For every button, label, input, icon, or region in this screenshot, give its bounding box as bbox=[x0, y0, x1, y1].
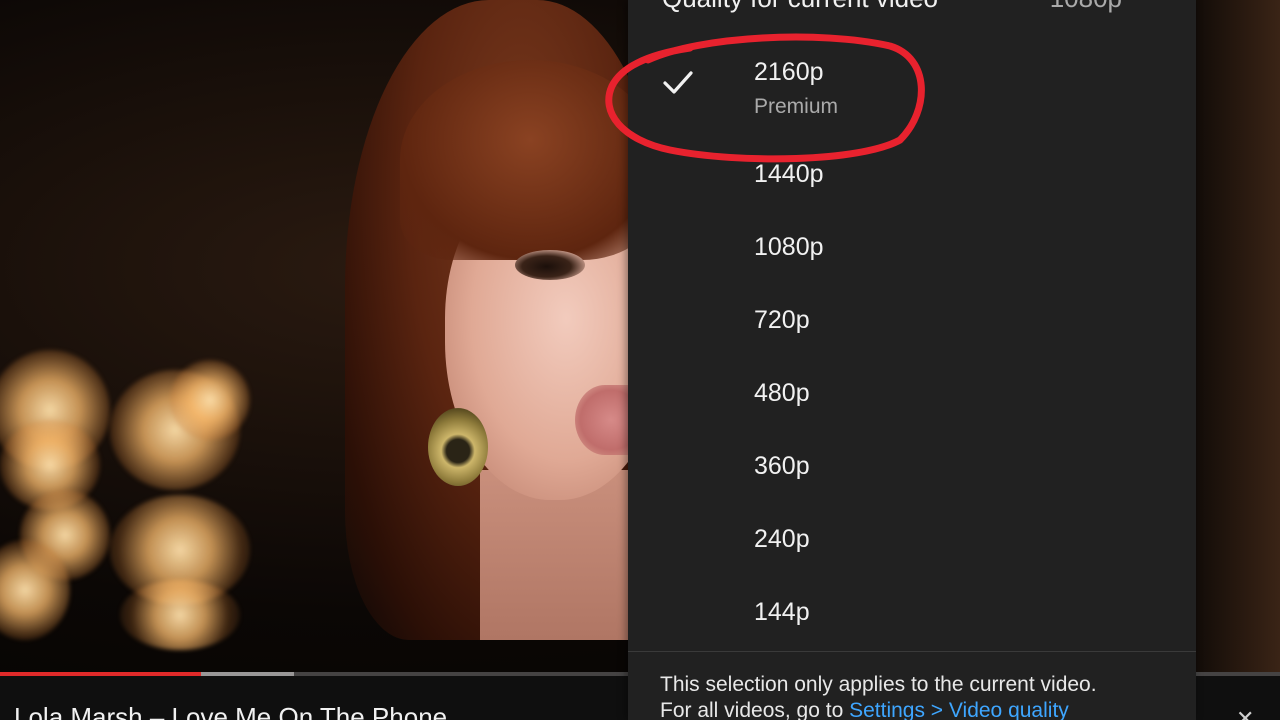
quality-option-2160p[interactable]: 2160p Premium bbox=[628, 46, 1196, 118]
quality-footer-note: This selection only applies to the curre… bbox=[660, 672, 1180, 720]
settings-video-quality-link[interactable]: Settings > Video quality bbox=[849, 699, 1069, 720]
quality-option-480p[interactable]: 480p bbox=[628, 357, 1196, 429]
quality-option-label: 1440p bbox=[754, 160, 824, 188]
subject-bangs bbox=[400, 60, 660, 260]
quality-header-value: 1080p bbox=[1050, 0, 1122, 18]
subject-earring bbox=[428, 408, 488, 486]
footer-line-1: This selection only applies to the curre… bbox=[660, 673, 1097, 696]
footer-line-2: For all videos, go to Settings > Video q… bbox=[660, 698, 1180, 720]
quality-option-label: 144p bbox=[754, 598, 810, 626]
player-screen: Lola Marsh – Love Me On The Phone ✕ Qual… bbox=[0, 0, 1280, 720]
bokeh-light bbox=[170, 360, 250, 440]
subject-eye bbox=[515, 250, 585, 280]
quality-header: Quality for current video 1080p bbox=[662, 0, 1182, 18]
quality-option-label: 1080p bbox=[754, 233, 824, 261]
quality-option-label: 480p bbox=[754, 379, 810, 407]
video-right-edge bbox=[1195, 0, 1280, 672]
quality-option-label: 360p bbox=[754, 452, 810, 480]
quality-option-sublabel: Premium bbox=[754, 95, 839, 118]
quality-option-1080p[interactable]: 1080p bbox=[628, 211, 1196, 283]
quality-menu: Quality for current video 1080p 2160p Pr… bbox=[628, 0, 1196, 720]
video-title[interactable]: Lola Marsh – Love Me On The Phone bbox=[14, 702, 447, 720]
quality-option-360p[interactable]: 360p bbox=[628, 430, 1196, 502]
bokeh-light bbox=[120, 580, 240, 650]
quality-option-240p[interactable]: 240p bbox=[628, 503, 1196, 575]
quality-option-label: 240p bbox=[754, 525, 810, 553]
subject-lips bbox=[575, 385, 635, 455]
quality-header-label: Quality for current video bbox=[662, 0, 938, 13]
footer-line-2-prefix: For all videos, go to bbox=[660, 699, 850, 720]
quality-option-label: 720p bbox=[754, 306, 810, 334]
quality-option-label: 2160p bbox=[754, 58, 824, 86]
quality-option-1440p[interactable]: 1440p bbox=[628, 138, 1196, 210]
menu-divider bbox=[628, 651, 1196, 652]
close-icon[interactable]: ✕ bbox=[1236, 706, 1254, 720]
quality-option-144p[interactable]: 144p bbox=[628, 576, 1196, 648]
quality-option-720p[interactable]: 720p bbox=[628, 284, 1196, 356]
